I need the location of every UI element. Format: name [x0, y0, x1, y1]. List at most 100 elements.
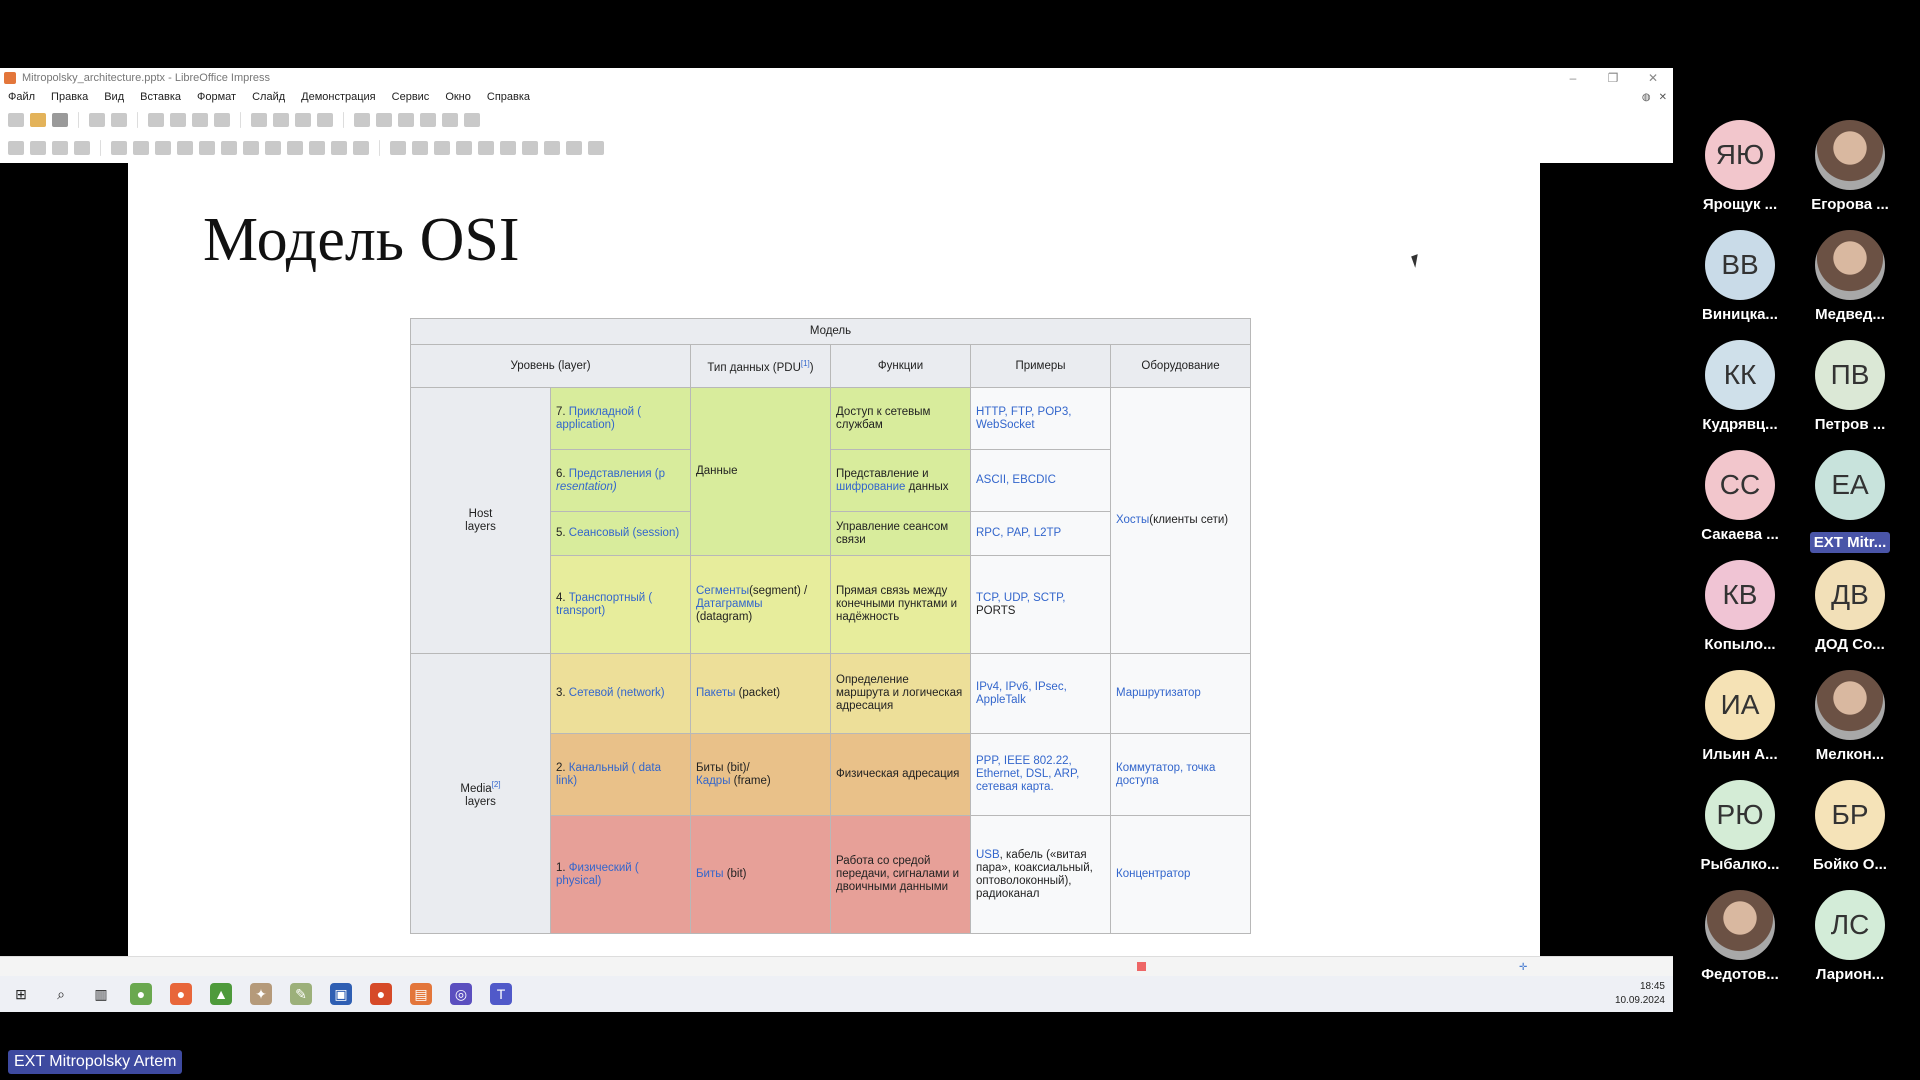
distribute-icon[interactable]: [456, 141, 472, 155]
examples-4-links[interactable]: TCP, UDP, SCTP,: [976, 592, 1065, 604]
hardware-hub-cell[interactable]: Концентратор: [1110, 815, 1251, 934]
menu-tools[interactable]: Сервис: [392, 91, 430, 103]
ellipse-icon[interactable]: [155, 141, 171, 155]
menu-slide[interactable]: Слайд: [252, 91, 285, 103]
select-icon[interactable]: [8, 141, 24, 155]
participant-tile[interactable]: ИА Ильин А...: [1685, 670, 1795, 764]
network-app-icon[interactable]: ◎: [450, 983, 472, 1005]
print-icon[interactable]: [111, 113, 127, 127]
minimize-button[interactable]: –: [1553, 71, 1593, 85]
grid-icon[interactable]: [354, 113, 370, 127]
participant-tile[interactable]: РЮ Рыбалко...: [1685, 780, 1795, 874]
examples-5-cell[interactable]: RPC, PAP, L2TP: [970, 511, 1111, 556]
maximize-button[interactable]: ❐: [1593, 71, 1633, 85]
save-icon[interactable]: [52, 113, 68, 127]
display-views-icon[interactable]: [376, 113, 392, 127]
symbol-shapes-icon[interactable]: [243, 141, 259, 155]
task-view-icon[interactable]: ▥: [90, 983, 112, 1005]
system-clock[interactable]: 18:45 10.09.2024: [1615, 980, 1673, 1008]
table-icon[interactable]: [442, 113, 458, 127]
participant-tile[interactable]: КВ Копыло...: [1685, 560, 1795, 654]
header-pdu-footnote[interactable]: [1]: [801, 359, 810, 368]
redo-icon[interactable]: [273, 113, 289, 127]
firefox-icon[interactable]: ●: [170, 983, 192, 1005]
hardware-switch-cell[interactable]: Коммутатор, точка доступа: [1110, 733, 1251, 816]
rectangle-icon[interactable]: [133, 141, 149, 155]
image-icon[interactable]: [464, 113, 480, 127]
cut-icon[interactable]: [148, 113, 164, 127]
windows-start-icon[interactable]: ⊞: [10, 983, 32, 1005]
save-app-icon[interactable]: ▣: [330, 983, 352, 1005]
menu-view[interactable]: Вид: [104, 91, 124, 103]
flowchart-icon[interactable]: [287, 141, 303, 155]
participant-tile[interactable]: ДВ ДОД Со...: [1795, 560, 1905, 654]
layer-3-link[interactable]: Сетевой (network): [569, 687, 665, 699]
menu-format[interactable]: Формат: [197, 91, 236, 103]
start-slideshow-icon[interactable]: [420, 113, 436, 127]
participant-tile[interactable]: Мелкон...: [1795, 670, 1905, 764]
open-icon[interactable]: [30, 113, 46, 127]
participant-tile[interactable]: ЕА EXT Mitr...: [1795, 450, 1905, 553]
paste-icon[interactable]: [192, 113, 208, 127]
clone-icon[interactable]: [214, 113, 230, 127]
menu-help[interactable]: Справка: [487, 91, 530, 103]
layer-1-link[interactable]: Физический ( physical): [556, 862, 639, 887]
usb-link[interactable]: USB: [976, 849, 1000, 861]
curve-icon[interactable]: [199, 141, 215, 155]
find-icon[interactable]: [295, 113, 311, 127]
layer-7-link[interactable]: Прикладной ( application): [556, 406, 641, 431]
close-button[interactable]: ✕: [1633, 71, 1673, 85]
layer-5-link[interactable]: Сеансовый (session): [569, 527, 679, 539]
new-icon[interactable]: [8, 113, 24, 127]
chrome-icon[interactable]: ●: [130, 983, 152, 1005]
segments-link[interactable]: Сегменты: [696, 585, 749, 597]
participant-tile[interactable]: ЯЮ Ярощук ...: [1685, 120, 1795, 214]
menu-edit[interactable]: Правка: [51, 91, 88, 103]
participant-tile[interactable]: Медвед...: [1795, 230, 1905, 324]
master-slide-icon[interactable]: [398, 113, 414, 127]
frames-link[interactable]: Кадры: [696, 775, 730, 787]
block-arrows-icon[interactable]: [265, 141, 281, 155]
search-icon[interactable]: ⌕: [50, 983, 72, 1005]
layer-4-link[interactable]: Транспортный ( transport): [556, 592, 652, 617]
3d-objects-icon[interactable]: [353, 141, 369, 155]
hardware-router-cell[interactable]: Маршрутизатор: [1110, 653, 1251, 734]
packets-link[interactable]: Пакеты: [696, 687, 735, 699]
menu-window[interactable]: Окно: [445, 91, 471, 103]
basic-shapes-icon[interactable]: [221, 141, 237, 155]
line-tool-icon[interactable]: [111, 141, 127, 155]
media-footnote[interactable]: [2]: [492, 780, 501, 789]
filter-icon[interactable]: [522, 141, 538, 155]
presentation-app-icon[interactable]: ●: [370, 983, 392, 1005]
participant-tile[interactable]: Федотов...: [1685, 890, 1795, 984]
layer-2-link[interactable]: Канальный ( data link): [556, 762, 661, 787]
participant-tile[interactable]: ВВ Виницка...: [1685, 230, 1795, 324]
undo-icon[interactable]: [251, 113, 267, 127]
zoom-icon[interactable]: [30, 141, 46, 155]
encryption-link[interactable]: шифрование: [836, 481, 905, 493]
app-icon[interactable]: ✦: [250, 983, 272, 1005]
points-icon[interactable]: [544, 141, 560, 155]
spelling-icon[interactable]: [317, 113, 333, 127]
participant-tile[interactable]: Егорова ...: [1795, 120, 1905, 214]
doc-modified-icon[interactable]: [1137, 962, 1146, 971]
stars-icon[interactable]: [331, 141, 347, 155]
hosts-link[interactable]: Хосты: [1116, 514, 1149, 526]
menu-insert[interactable]: Вставка: [140, 91, 181, 103]
participant-tile[interactable]: КК Кудрявц...: [1685, 340, 1795, 434]
align-icon[interactable]: [412, 141, 428, 155]
participant-tile[interactable]: БР Бойко О...: [1795, 780, 1905, 874]
fill-color-icon[interactable]: [74, 141, 90, 155]
impress-taskbar-icon[interactable]: ▤: [410, 983, 432, 1005]
participant-tile[interactable]: СС Сакаева ...: [1685, 450, 1795, 544]
line-color-icon[interactable]: [52, 141, 68, 155]
close-document-icon[interactable]: ✕: [1659, 92, 1667, 103]
export-icon[interactable]: [89, 113, 105, 127]
examples-2-cell[interactable]: PPP, IEEE 802.22, Ethernet, DSL, ARP, се…: [970, 733, 1111, 816]
crop-icon[interactable]: [500, 141, 516, 155]
pen-app-icon[interactable]: ✎: [290, 983, 312, 1005]
shadow-icon[interactable]: [478, 141, 494, 155]
slide-canvas[interactable]: Модель OSI Модель Уровень (layer) Тип да…: [128, 163, 1540, 956]
globe-icon[interactable]: ◍: [1642, 92, 1651, 103]
fit-slide-icon[interactable]: ✛: [1519, 962, 1527, 973]
